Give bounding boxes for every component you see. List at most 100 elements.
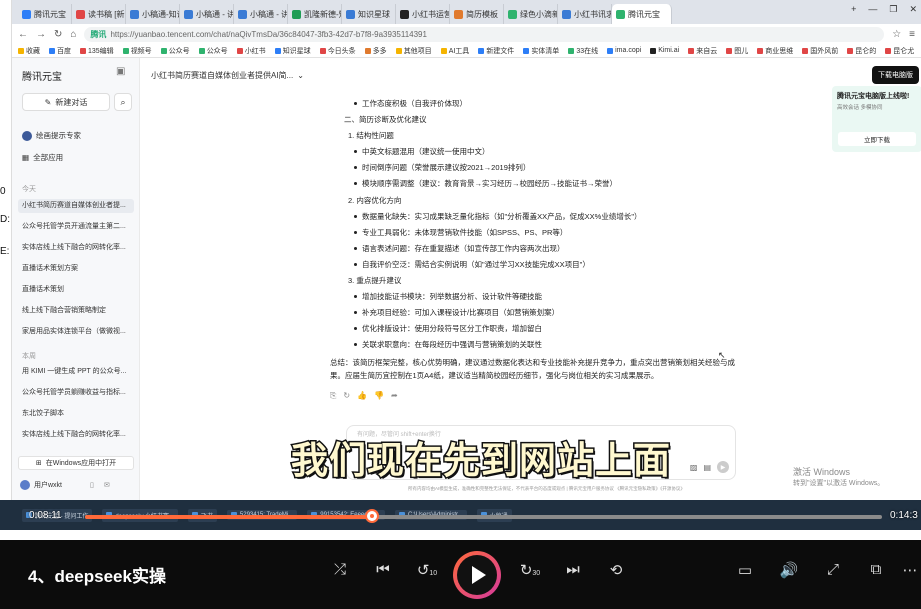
- history-item[interactable]: 实体店线上线下融合的网转化率...: [22, 241, 132, 255]
- download-desktop-button[interactable]: 下载电脑版: [872, 66, 919, 84]
- bookmark-icon: [395, 47, 402, 54]
- browser-tab[interactable]: 小稿通 - 讲: [234, 4, 288, 24]
- play-button[interactable]: [453, 551, 501, 599]
- open-in-windows-button[interactable]: ⊞ 在Windows应用中打开: [18, 456, 134, 470]
- grid-icon: ▦: [22, 153, 30, 162]
- star-icon[interactable]: ☆: [892, 29, 901, 40]
- history-item[interactable]: 线上线下融合营销策略制定: [22, 304, 132, 318]
- url-field[interactable]: 腾讯 https://yuanbao.tencent.com/chat/naQi…: [84, 26, 885, 42]
- new-chat-button[interactable]: ✎ 新建对话: [22, 93, 110, 111]
- browser-tab[interactable]: 绿色小滴新: [504, 4, 558, 24]
- bookmark-item[interactable]: 图儿: [726, 46, 748, 56]
- bookmark-label: 公众号: [206, 47, 228, 55]
- browser-tab[interactable]: 读书稿 [新: [72, 4, 126, 24]
- bookmark-item[interactable]: 公众号: [160, 46, 190, 56]
- forward-icon[interactable]: →: [36, 29, 46, 40]
- browser-tab[interactable]: 小红书运营: [396, 4, 450, 24]
- user-row[interactable]: 用户wxkt ▯ ✉: [20, 480, 110, 490]
- sidebar-item-all-apps[interactable]: ▦ 全部应用: [22, 152, 63, 163]
- message-icon[interactable]: ✉: [104, 481, 110, 489]
- home-icon[interactable]: ⌂: [70, 29, 76, 40]
- back-icon[interactable]: ←: [18, 29, 28, 40]
- window-control-button[interactable]: ❐: [889, 4, 897, 15]
- file-icon[interactable]: ▤: [703, 463, 711, 472]
- subtitles-icon[interactable]: ▭: [733, 561, 757, 579]
- history-item[interactable]: 实体店线上线下融合的网转化率...: [22, 428, 132, 442]
- history-item[interactable]: 家居用品实体连锁平台（做微视...: [22, 325, 132, 339]
- phone-icon[interactable]: ▯: [90, 481, 94, 489]
- thumbs-down-icon[interactable]: 👎: [374, 388, 384, 404]
- bookmark-item[interactable]: 今日头条: [319, 46, 356, 56]
- bookmark-item[interactable]: 商业思维: [757, 46, 793, 56]
- window-control-button[interactable]: ✕: [909, 4, 917, 15]
- bookmark-item[interactable]: 来自云: [688, 46, 717, 56]
- time-current: 0:08:11: [29, 510, 62, 521]
- bullet-item: 自我评价空泛：需结合实例说明（如"通过学习XX技能完成XX项目"）: [330, 257, 742, 273]
- image-icon[interactable]: ▨: [690, 463, 698, 472]
- bookmark-item[interactable]: 多多: [364, 46, 387, 56]
- thumbs-up-icon[interactable]: 👍: [357, 388, 367, 404]
- reload-icon[interactable]: ↻: [54, 29, 62, 40]
- bookmark-item[interactable]: 小红书: [236, 46, 266, 56]
- history-item[interactable]: 公众号托管学员躺赚收益与指标...: [22, 386, 132, 400]
- share-icon[interactable]: ➦: [391, 388, 398, 404]
- bookmark-item[interactable]: 昆仑尤: [885, 46, 914, 56]
- tab-favicon-icon: [76, 9, 85, 19]
- bookmark-icon: [49, 47, 55, 54]
- bookmark-item[interactable]: 收藏: [18, 46, 40, 56]
- bookmark-item[interactable]: 国外风前: [802, 46, 838, 56]
- promo-download-button[interactable]: 立即下载: [838, 132, 916, 146]
- history-item[interactable]: 用 KIMI 一键生成 PPT 的公众号...: [22, 365, 132, 379]
- progress-knob[interactable]: [364, 509, 379, 523]
- browser-tab[interactable]: 小稿通 - 讲: [180, 4, 234, 24]
- bookmark-item[interactable]: AI工具: [440, 46, 469, 56]
- previous-icon[interactable]: ⏮: [371, 561, 395, 578]
- sidebar-item-drawing-expert[interactable]: 绘画提示专家: [22, 130, 81, 141]
- history-item[interactable]: 公众号托管学员开通流量主第二...: [22, 220, 132, 234]
- browser-tab[interactable]: 知识星球: [342, 4, 396, 24]
- bookmark-icon: [364, 47, 371, 54]
- regenerate-icon[interactable]: ↻: [343, 388, 350, 404]
- next-icon[interactable]: ⏭: [561, 561, 585, 578]
- bookmark-item[interactable]: ima.copi: [607, 47, 641, 54]
- progress-track[interactable]: [85, 515, 882, 519]
- browser-tab[interactable]: 简历模板: [450, 4, 504, 24]
- send-icon[interactable]: ▶: [717, 461, 729, 473]
- copy-icon[interactable]: ⎘: [330, 388, 336, 404]
- strip-text: 0: [0, 186, 6, 197]
- bookmark-item[interactable]: 33在线: [568, 46, 598, 56]
- volume-icon[interactable]: 🔊: [777, 561, 801, 579]
- bookmark-item[interactable]: 昆仑的: [847, 46, 876, 56]
- bookmark-item[interactable]: 公众号: [198, 46, 228, 56]
- history-item[interactable]: 直播话术策划方案: [22, 262, 132, 276]
- repeat-off-icon[interactable]: ⟲: [604, 561, 628, 579]
- chat-title[interactable]: 小红书简历赛道自媒体创业者提供AI简... ⌄: [151, 70, 304, 81]
- window-control-button[interactable]: —: [868, 4, 877, 15]
- bookmark-item[interactable]: 新建文件: [478, 46, 514, 56]
- bookmark-item[interactable]: 知识星球: [274, 46, 311, 56]
- bookmark-item[interactable]: 实体清单: [523, 46, 559, 56]
- browser-tab[interactable]: 腾讯元宝: [612, 4, 672, 24]
- search-icon[interactable]: ⌕: [114, 93, 132, 111]
- fullscreen-icon[interactable]: ⤢: [821, 561, 845, 578]
- bookmark-item[interactable]: 视频号: [122, 46, 152, 56]
- browser-tab[interactable]: 凯隆新德-知: [288, 4, 342, 24]
- bookmark-item[interactable]: 百度: [49, 46, 71, 56]
- bookmark-item[interactable]: 135编辑: [80, 46, 114, 56]
- menu-icon[interactable]: ≡: [909, 29, 915, 40]
- collapse-sidebar-icon[interactable]: ▣: [116, 66, 125, 77]
- more-icon[interactable]: ⋯: [900, 561, 920, 579]
- bookmark-item[interactable]: Kimi.ai: [650, 47, 679, 54]
- bookmark-item[interactable]: 其他项目: [395, 46, 432, 56]
- browser-tab[interactable]: 腾讯元宝: [18, 4, 72, 24]
- window-control-button[interactable]: +: [851, 4, 856, 15]
- forward-30-icon[interactable]: ↻30: [518, 561, 542, 579]
- browser-tab[interactable]: 小红书讯求: [558, 4, 612, 24]
- history-item[interactable]: 小红书简历赛道自媒体创业者提...: [18, 199, 134, 213]
- mini-player-icon[interactable]: ⧉: [864, 561, 888, 578]
- rewind-10-icon[interactable]: ↺10: [415, 561, 439, 579]
- history-item[interactable]: 直播话术策划: [22, 283, 132, 297]
- browser-tab[interactable]: 小稿通-知识: [126, 4, 180, 24]
- history-item[interactable]: 东北饺子脚本: [22, 407, 132, 421]
- shuffle-icon[interactable]: ⤮: [328, 561, 352, 578]
